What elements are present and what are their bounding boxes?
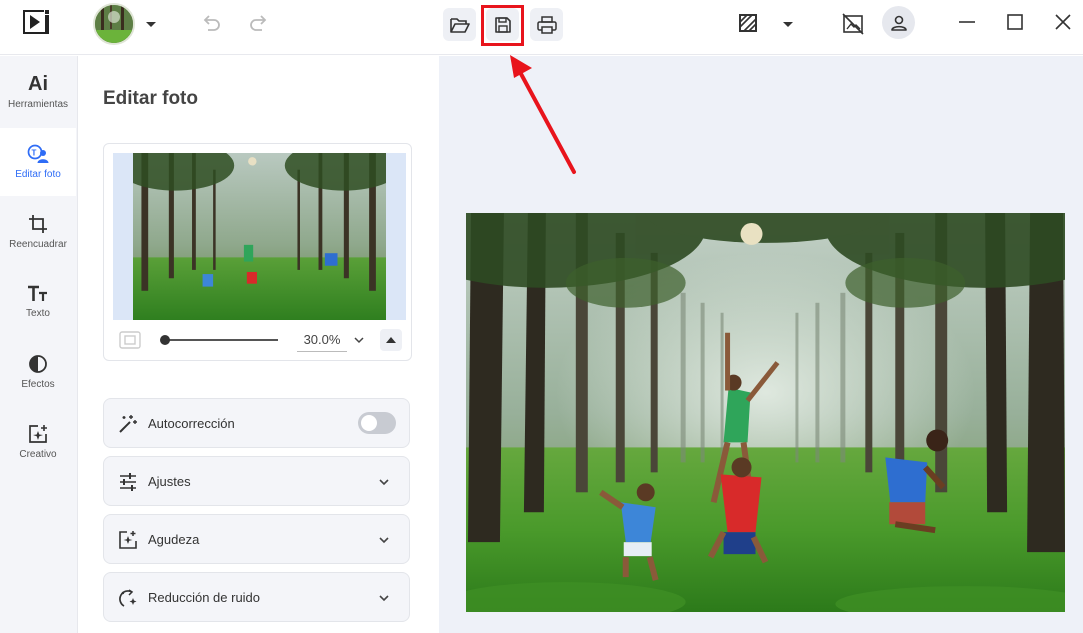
collapse-preview-button[interactable]	[380, 329, 402, 351]
no-image-icon[interactable]	[841, 12, 865, 36]
edit-photo-icon: T	[27, 144, 49, 163]
nav-item-editar-foto[interactable]: T Editar foto	[0, 128, 76, 196]
zoom-value[interactable]: 30.0%	[297, 332, 347, 352]
maximize-icon[interactable]	[1004, 11, 1026, 33]
print-icon	[536, 15, 557, 34]
chevron-down-icon	[379, 595, 389, 602]
nav-label: Editar foto	[15, 169, 61, 180]
forest-photo	[466, 213, 1065, 612]
fit-to-window-icon[interactable]	[119, 331, 141, 349]
nav-label: Reencuadrar	[9, 239, 67, 250]
panel-title: Editar foto	[103, 88, 198, 109]
text-icon	[28, 285, 47, 301]
preview-photo	[133, 153, 386, 320]
toggle-knob	[361, 415, 377, 431]
effects-icon	[29, 355, 47, 373]
close-icon[interactable]	[1052, 11, 1074, 33]
sharpness-section[interactable]: Agudeza	[103, 514, 410, 564]
section-label: Autocorrección	[148, 416, 235, 431]
nav-item-texto[interactable]: Texto	[0, 268, 76, 336]
creative-icon	[29, 425, 47, 443]
annotation-arrow	[510, 55, 576, 174]
undo-icon[interactable]	[200, 11, 222, 33]
ai-icon: Ai	[28, 73, 48, 95]
user-account-button[interactable]	[882, 6, 915, 39]
section-label: Reducción de ruido	[148, 590, 261, 605]
nav-label: Creativo	[19, 449, 57, 460]
nav-item-reencuadrar[interactable]: Reencuadrar	[0, 198, 76, 266]
chevron-down-icon	[379, 479, 389, 486]
avatar-dropdown-icon[interactable]	[143, 16, 159, 32]
compare-dropdown-icon[interactable]	[780, 16, 796, 32]
minimize-icon[interactable]	[956, 11, 978, 33]
section-label: Agudeza	[148, 532, 200, 547]
open-file-button[interactable]	[443, 8, 476, 41]
autocorrection-section[interactable]: Autocorrección	[103, 398, 410, 448]
nav-label: Efectos	[21, 379, 55, 390]
denoise-icon	[119, 589, 137, 607]
print-button[interactable]	[530, 8, 563, 41]
chevron-down-icon	[379, 537, 389, 544]
nav-item-efectos[interactable]: Efectos	[0, 338, 76, 406]
play-logo-icon[interactable]	[22, 9, 50, 35]
section-label: Ajustes	[148, 474, 191, 489]
redo-icon[interactable]	[248, 11, 270, 33]
zoom-slider-track[interactable]	[164, 339, 278, 341]
svg-text:T: T	[32, 149, 37, 158]
sliders-icon	[120, 473, 136, 491]
save-highlight-box	[481, 5, 524, 46]
preview-thumbnail[interactable]	[133, 153, 386, 320]
avatar[interactable]	[93, 3, 135, 45]
nav-item-creativo[interactable]: Creativo	[0, 408, 76, 476]
nav-label: Texto	[26, 308, 50, 319]
triangle-up-icon	[386, 337, 396, 343]
crop-icon	[29, 215, 47, 233]
avatar-photo	[95, 5, 133, 43]
autocorrection-toggle[interactable]	[358, 412, 396, 434]
open-folder-icon	[449, 17, 470, 33]
zoom-slider-handle[interactable]	[160, 335, 170, 345]
zoom-dropdown-icon[interactable]	[352, 333, 366, 347]
user-icon	[890, 15, 907, 31]
edit-photo-panel: Editar foto 30.0% Autocorrección Ajustes…	[79, 56, 439, 633]
noise-reduction-section[interactable]: Reducción de ruido	[103, 572, 410, 622]
left-nav: Ai Herramientas T Editar foto Reencuadra…	[0, 56, 78, 633]
adjustments-section[interactable]: Ajustes	[103, 456, 410, 506]
preview-card: 30.0%	[103, 143, 412, 361]
magic-wand-icon	[119, 415, 137, 433]
top-toolbar	[0, 0, 1083, 55]
compare-icon[interactable]	[737, 12, 759, 34]
nav-label: Herramientas	[7, 99, 69, 110]
sharpen-icon	[119, 531, 137, 549]
nav-item-herramientas[interactable]: Ai Herramientas	[0, 58, 76, 126]
main-photo[interactable]	[466, 213, 1065, 612]
